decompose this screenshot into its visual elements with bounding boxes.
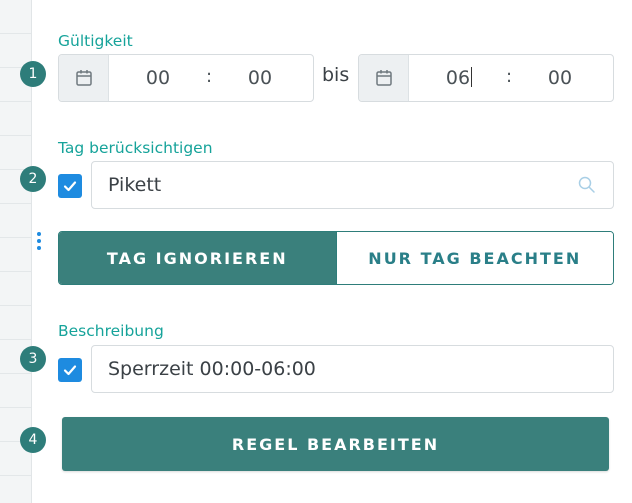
calendar-icon[interactable] <box>59 55 109 101</box>
tag-checkbox[interactable] <box>58 174 82 198</box>
time-to-input[interactable]: 06 : 00 <box>358 54 614 102</box>
time-to-minutes[interactable]: 00 <box>535 55 585 101</box>
validity-label: Gültigkeit <box>58 32 133 50</box>
step-badge-1: 1 <box>20 61 46 87</box>
check-icon <box>63 181 77 192</box>
time-from-minutes[interactable]: 00 <box>235 55 285 101</box>
description-value: Sperrzeit 00:00-06:00 <box>108 358 316 380</box>
step-badge-4: 4 <box>20 427 46 453</box>
description-checkbox[interactable] <box>58 358 82 382</box>
tag-label: Tag berücksichtigen <box>58 139 213 157</box>
tag-ignore-button[interactable]: TAG IGNORIEREN <box>59 232 336 284</box>
text-cursor <box>471 67 473 87</box>
step-badge-2: 2 <box>20 166 46 192</box>
time-from-input[interactable]: 00 : 00 <box>58 54 314 102</box>
time-from-separator: : <box>206 66 213 87</box>
tag-search-value: Pikett <box>108 174 162 196</box>
time-to-hours[interactable]: 06 <box>434 55 484 101</box>
check-icon <box>63 365 77 376</box>
drag-handle-icon[interactable] <box>37 232 43 253</box>
calendar-icon[interactable] <box>359 55 409 101</box>
description-input[interactable]: Sperrzeit 00:00-06:00 <box>91 345 614 393</box>
time-to-separator: : <box>506 66 513 87</box>
time-to-hours-value: 06 <box>445 67 471 89</box>
tag-only-button[interactable]: NUR TAG BEACHTEN <box>335 232 613 284</box>
tag-mode-toggle: TAG IGNORIEREN NUR TAG BEACHTEN <box>58 231 614 285</box>
description-label: Beschreibung <box>58 322 164 340</box>
time-range-separator-label: bis <box>322 64 350 86</box>
time-from-hours[interactable]: 00 <box>133 55 183 101</box>
step-badge-3: 3 <box>20 346 46 372</box>
tag-search-input[interactable]: Pikett <box>91 161 614 209</box>
search-icon[interactable] <box>577 175 597 195</box>
edit-rule-button[interactable]: REGEL BEARBEITEN <box>62 417 609 471</box>
